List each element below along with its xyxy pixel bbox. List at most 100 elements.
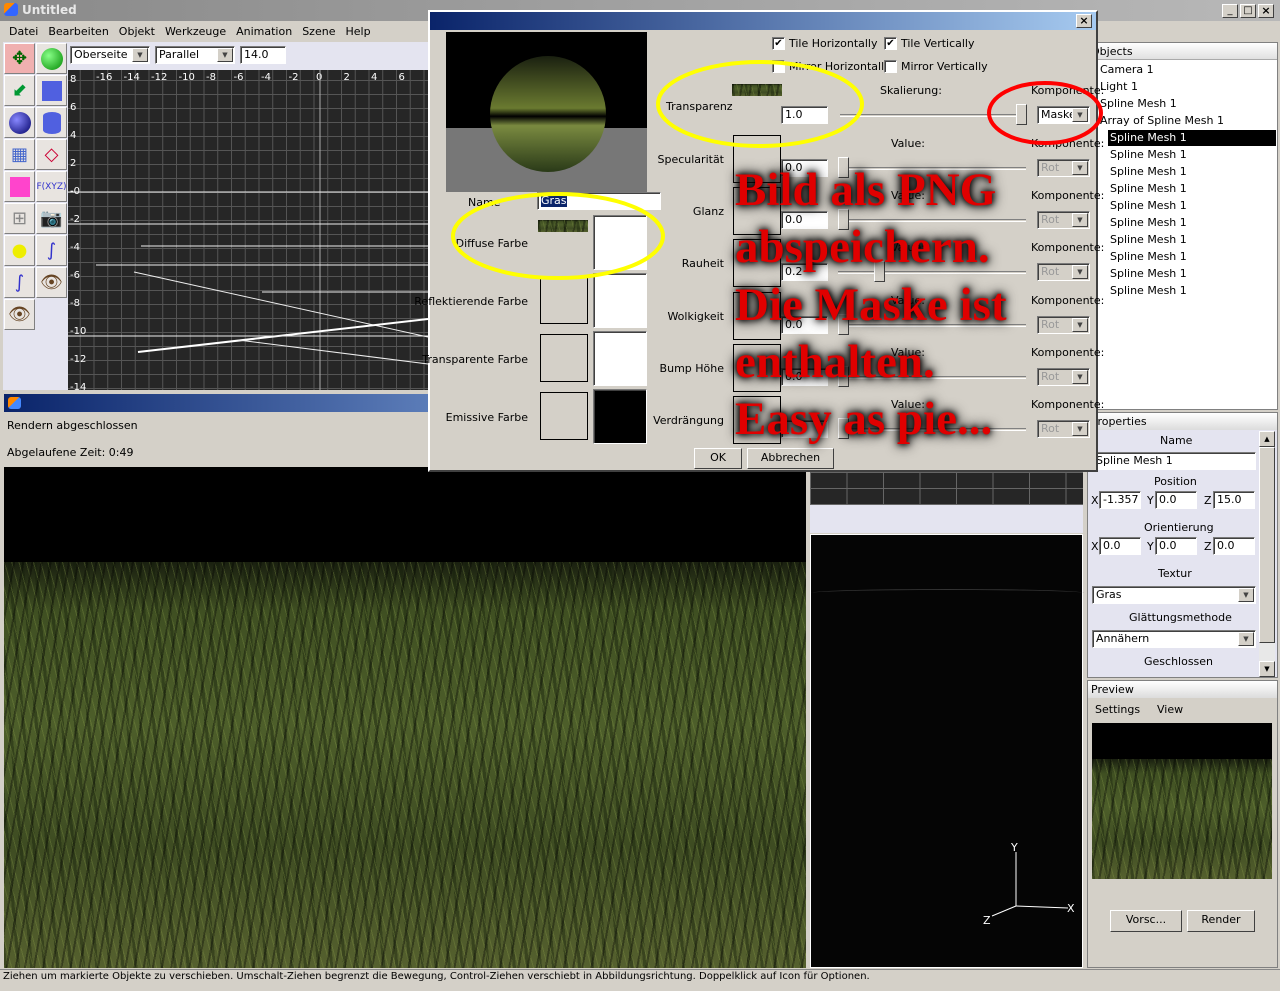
- checkbox[interactable]: ✔: [884, 37, 897, 50]
- transparency-component-select[interactable]: Maske ▼: [1037, 106, 1090, 124]
- color-swatch[interactable]: [593, 331, 647, 386]
- cancel-button[interactable]: Abbrechen: [747, 448, 834, 469]
- checkbox-label[interactable]: Tile Horizontally: [789, 37, 878, 50]
- transparency-slider-track[interactable]: [840, 114, 1026, 117]
- app-icon: [4, 3, 18, 16]
- curve-icon[interactable]: ∫: [4, 267, 35, 298]
- transparency-slider-thumb[interactable]: [1016, 104, 1027, 125]
- scroll-up-arrow-icon[interactable]: ▲: [1259, 431, 1275, 447]
- objects-header: Objects: [1088, 43, 1277, 60]
- checkbox-label[interactable]: Mirror Horizontally: [789, 60, 891, 73]
- viewport-grid-strip: [810, 472, 1083, 505]
- object-item[interactable]: Array of Spline Mesh 1: [1100, 113, 1224, 129]
- preview-menu-view[interactable]: View: [1157, 703, 1183, 716]
- component-select[interactable]: Rot ▼: [1037, 420, 1090, 438]
- menu-animation[interactable]: Animation: [231, 21, 297, 41]
- transparency-input[interactable]: 1.0: [781, 106, 828, 124]
- function-xyz-icon[interactable]: F(XYZ): [36, 171, 67, 202]
- menu-bearbeiten[interactable]: Bearbeiten: [43, 21, 113, 41]
- object-item[interactable]: Spline Mesh 1: [1108, 283, 1189, 299]
- rotate-tool-icon[interactable]: [36, 43, 67, 74]
- texture-slot[interactable]: [540, 334, 588, 382]
- object-item[interactable]: Spline Mesh 1: [1108, 164, 1189, 180]
- orientation-x-input[interactable]: 0.0: [1099, 537, 1141, 555]
- polygon-mesh-icon[interactable]: ▦: [4, 139, 35, 170]
- checkbox-label[interactable]: Mirror Vertically: [901, 60, 988, 73]
- properties-scrollbar[interactable]: ▲ ▼: [1259, 431, 1275, 677]
- texture-slot[interactable]: [540, 276, 588, 324]
- checkbox[interactable]: ✔: [772, 37, 785, 50]
- menu-help[interactable]: Help: [340, 21, 375, 41]
- component-select[interactable]: Rot ▼: [1037, 159, 1090, 177]
- ok-button[interactable]: OK: [694, 448, 742, 469]
- object-item[interactable]: Spline Mesh 1: [1108, 181, 1189, 197]
- smoothing-select[interactable]: Annähern ▼: [1092, 630, 1256, 648]
- checkbox[interactable]: [772, 60, 785, 73]
- menu-szene[interactable]: Szene: [297, 21, 340, 41]
- dialog-close-button[interactable]: ×: [1076, 14, 1092, 28]
- position-z-input[interactable]: 15.0: [1213, 491, 1255, 509]
- object-item[interactable]: Spline Mesh 1: [1108, 147, 1189, 163]
- cylinder-icon[interactable]: [36, 107, 67, 138]
- menu-datei[interactable]: Datei: [4, 21, 43, 41]
- checkbox-label[interactable]: Tile Vertically: [901, 37, 975, 50]
- viewport-top[interactable]: -16 -14 -12 -10 -8 -6 -4 -2 0 2 4 6 8 6 4 2 -0 -2 -4 -6 -8-…: [68, 70, 428, 390]
- name-input[interactable]: Spline Mesh 1: [1092, 452, 1256, 470]
- material-preview: [446, 32, 647, 192]
- move-view-eye-icon[interactable]: 👁: [36, 267, 67, 298]
- render-button[interactable]: Render: [1187, 910, 1255, 932]
- scroll-down-arrow-icon[interactable]: ▼: [1259, 661, 1275, 677]
- object-item[interactable]: Spline Mesh 1: [1108, 232, 1189, 248]
- object-item[interactable]: Spline Mesh 1: [1108, 249, 1189, 265]
- transparency-texture-swatch[interactable]: [732, 84, 782, 96]
- preview-render-button[interactable]: Vorsc...: [1110, 910, 1182, 932]
- component-select[interactable]: Rot ▼: [1037, 315, 1090, 334]
- orientation-z-label: Z: [1204, 540, 1212, 553]
- position-x-input[interactable]: -1.357: [1099, 491, 1141, 509]
- menu-objekt[interactable]: Objekt: [114, 21, 160, 41]
- color-swatch[interactable]: [593, 389, 647, 444]
- custom-object-icon[interactable]: [4, 171, 35, 202]
- component-select[interactable]: Rot ▼: [1037, 211, 1090, 230]
- object-item[interactable]: Light 1: [1100, 79, 1138, 95]
- object-item[interactable]: Camera 1: [1100, 62, 1154, 78]
- view-select[interactable]: Oberseite ▼: [70, 46, 150, 64]
- minimize-button[interactable]: _: [1222, 4, 1238, 18]
- object-item[interactable]: Spline Mesh 1: [1100, 96, 1177, 112]
- orientation-z-input[interactable]: 0.0: [1213, 537, 1255, 555]
- sphere-icon[interactable]: [4, 107, 35, 138]
- preview-menu-settings[interactable]: Settings: [1095, 703, 1140, 716]
- projection-select[interactable]: Parallel ▼: [155, 46, 235, 64]
- position-y-input[interactable]: 0.0: [1155, 491, 1197, 509]
- close-button[interactable]: ×: [1258, 4, 1274, 18]
- maximize-button[interactable]: □: [1240, 4, 1256, 18]
- object-item[interactable]: Spline Mesh 1: [1108, 266, 1189, 282]
- material-name-input[interactable]: Gras: [537, 192, 661, 210]
- checkbox[interactable]: [884, 60, 897, 73]
- color-swatch[interactable]: [593, 215, 647, 270]
- texture-slot[interactable]: [540, 392, 588, 440]
- component-select[interactable]: Rot ▼: [1037, 367, 1090, 386]
- csg-tree-icon[interactable]: ⊞: [4, 203, 35, 234]
- annotation-line: Bild als PNG: [735, 164, 997, 216]
- object-item[interactable]: Spline Mesh 1: [1108, 215, 1189, 231]
- scroll-thumb[interactable]: [1259, 447, 1275, 643]
- spline-curve-icon[interactable]: ∫: [36, 235, 67, 266]
- object-item[interactable]: Spline Mesh 1: [1108, 198, 1189, 214]
- orientation-y-input[interactable]: 0.0: [1155, 537, 1197, 555]
- scale-input[interactable]: 14.0: [240, 46, 286, 64]
- scale-tool-icon[interactable]: ⬋: [4, 75, 35, 106]
- polygon-shapes-icon[interactable]: ◇: [36, 139, 67, 170]
- object-item-selected[interactable]: Spline Mesh 1: [1108, 130, 1276, 146]
- texture-swatch[interactable]: [538, 220, 588, 232]
- texture-select[interactable]: Gras ▼: [1092, 586, 1256, 604]
- camera-icon[interactable]: 📷: [36, 203, 67, 234]
- light-bulb-icon[interactable]: ●: [4, 235, 35, 266]
- component-select[interactable]: Rot ▼: [1037, 263, 1090, 282]
- cube-icon[interactable]: [36, 75, 67, 106]
- color-swatch[interactable]: [593, 273, 647, 328]
- position-z-label: Z: [1204, 494, 1212, 507]
- move-tool-icon[interactable]: ✥: [4, 43, 35, 74]
- rotate-view-eye-icon[interactable]: 👁: [4, 299, 35, 330]
- menu-werkzeuge[interactable]: Werkzeuge: [160, 21, 231, 41]
